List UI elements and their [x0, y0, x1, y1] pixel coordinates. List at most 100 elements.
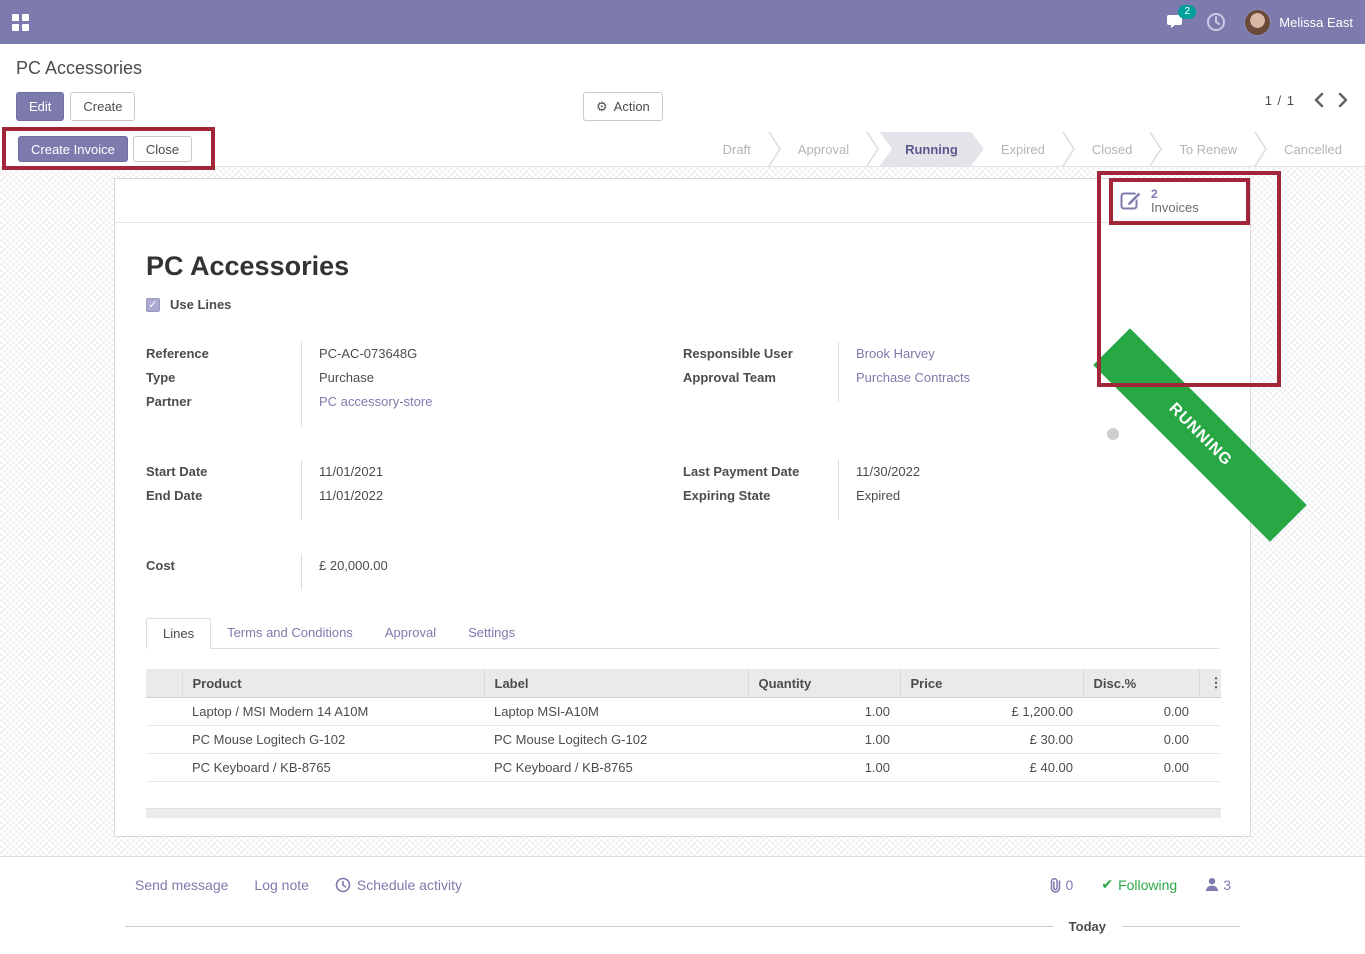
column-header-disc[interactable]: Disc.%: [1083, 669, 1199, 698]
status-step-closed[interactable]: Closed: [1075, 132, 1149, 167]
status-step-running[interactable]: Running: [879, 132, 984, 167]
activities-clock-icon[interactable]: [1206, 12, 1226, 32]
field-start-date: Start Date 11/01/2021: [146, 460, 683, 484]
field-value: Expired: [838, 484, 1219, 508]
followers-count: 3: [1223, 877, 1231, 893]
tab-lines[interactable]: Lines: [146, 618, 211, 649]
field-label: End Date: [146, 484, 301, 508]
field-group-left: Reference PC-AC-073648G Type Purchase Pa…: [146, 342, 683, 426]
cell-product: Laptop / MSI Modern 14 A10M: [182, 698, 484, 726]
statusbar: Create Invoice Close Draft Approval Runn…: [0, 132, 1365, 167]
cell-quantity: 1.00: [748, 754, 900, 782]
field-last-payment-date: Last Payment Date 11/30/2022: [683, 460, 1219, 484]
person-icon: [1205, 877, 1219, 892]
status-pipeline: Draft Approval Running Expired Closed To…: [706, 132, 1359, 167]
log-note-button[interactable]: Log note: [254, 877, 309, 893]
status-step-separator: [1254, 132, 1267, 167]
cell-price: £ 40.00: [900, 754, 1083, 782]
breadcrumb[interactable]: PC Accessories: [16, 58, 142, 79]
top-navbar: 2 Melissa East: [0, 0, 1365, 44]
tab-terms-and-conditions[interactable]: Terms and Conditions: [211, 618, 369, 649]
lines-table-header-row: Product Label Quantity Price Disc.% ⋮: [146, 669, 1221, 698]
cell-product: PC Mouse Logitech G-102: [182, 726, 484, 754]
field-end-date: End Date 11/01/2022: [146, 484, 683, 508]
check-icon: ✔: [1101, 876, 1113, 893]
status-step-cancelled[interactable]: Cancelled: [1267, 132, 1359, 167]
status-step-to-renew[interactable]: To Renew: [1162, 132, 1254, 167]
approval-team-link[interactable]: Purchase Contracts: [856, 370, 970, 385]
cell-quantity: 1.00: [748, 726, 900, 754]
field-group-left: Cost £ 20,000.00: [146, 554, 683, 590]
action-button[interactable]: ⚙ Action: [583, 92, 663, 121]
close-button[interactable]: Close: [133, 136, 192, 162]
status-step-separator: [768, 132, 781, 167]
field-group-left: Start Date 11/01/2021 End Date 11/01/202…: [146, 460, 683, 520]
table-row[interactable]: Laptop / MSI Modern 14 A10M Laptop MSI-A…: [146, 698, 1221, 726]
cell-label: Laptop MSI-A10M: [484, 698, 748, 726]
user-avatar: [1244, 9, 1271, 36]
pager-previous-icon[interactable]: [1313, 92, 1324, 108]
status-step-separator: [1149, 132, 1162, 167]
field-label: Last Payment Date: [683, 460, 838, 484]
action-button-label: Action: [614, 99, 650, 114]
messages-count-badge: 2: [1178, 5, 1196, 19]
edit-button[interactable]: Edit: [16, 92, 64, 121]
row-handle-cell: [146, 698, 182, 726]
schedule-activity-button[interactable]: Schedule activity: [335, 877, 462, 893]
notebook-tabs: Lines Terms and Conditions Approval Sett…: [146, 618, 1219, 649]
followers-button[interactable]: 3: [1205, 877, 1231, 893]
send-message-button[interactable]: Send message: [135, 877, 228, 893]
column-header-price[interactable]: Price: [900, 669, 1083, 698]
today-divider: Today: [125, 919, 1240, 934]
user-name: Melissa East: [1279, 15, 1353, 30]
status-step-separator: [866, 132, 879, 167]
user-menu[interactable]: Melissa East: [1244, 9, 1353, 36]
column-header-quantity[interactable]: Quantity: [748, 669, 900, 698]
tab-settings[interactable]: Settings: [452, 618, 531, 649]
use-lines-label: Use Lines: [170, 297, 231, 312]
cell-disc: 0.00: [1083, 698, 1199, 726]
pager: 1 / 1: [1265, 92, 1349, 108]
column-header-label[interactable]: Label: [484, 669, 748, 698]
field-label: Expiring State: [683, 484, 838, 508]
field-value: 11/30/2022: [838, 460, 1219, 484]
create-button[interactable]: Create: [70, 92, 135, 121]
responsible-user-link[interactable]: Brook Harvey: [856, 346, 935, 361]
field-value: Purchase: [301, 366, 683, 390]
status-step-draft[interactable]: Draft: [706, 132, 768, 167]
lines-table: Product Label Quantity Price Disc.% ⋮ La…: [146, 669, 1221, 782]
gear-icon: ⚙: [596, 99, 608, 115]
field-label: Reference: [146, 342, 301, 366]
cell-label: PC Mouse Logitech G-102: [484, 726, 748, 754]
field-expiring-state: Expiring State Expired: [683, 484, 1219, 508]
record-title: PC Accessories: [146, 251, 1219, 282]
table-footer-bar: [146, 808, 1221, 818]
field-label: Partner: [146, 390, 301, 414]
use-lines-checkbox[interactable]: ✓: [146, 298, 160, 312]
column-header-product[interactable]: Product: [182, 669, 484, 698]
paperclip-icon: [1048, 877, 1062, 893]
apps-menu-icon[interactable]: [12, 14, 29, 31]
clock-icon: [335, 877, 351, 893]
attachments-count: 0: [1066, 877, 1074, 893]
field-group-right: Last Payment Date 11/30/2022 Expiring St…: [683, 460, 1219, 520]
status-step-expired[interactable]: Expired: [984, 132, 1062, 167]
tab-approval[interactable]: Approval: [369, 618, 452, 649]
optional-columns-icon[interactable]: ⋮: [1199, 669, 1221, 698]
field-label: Approval Team: [683, 366, 838, 390]
pager-next-icon[interactable]: [1338, 92, 1349, 108]
pencil-square-icon: [1120, 190, 1142, 212]
invoices-stat-button[interactable]: 2 Invoices: [1110, 179, 1249, 222]
button-box: 2 Invoices: [115, 179, 1250, 223]
table-row[interactable]: PC Mouse Logitech G-102 PC Mouse Logitec…: [146, 726, 1221, 754]
status-step-approval[interactable]: Approval: [781, 132, 866, 167]
create-invoice-button[interactable]: Create Invoice: [18, 136, 128, 162]
attachments-button[interactable]: 0: [1048, 877, 1074, 893]
gray-dot-indicator: [1107, 428, 1119, 440]
messages-icon[interactable]: 2: [1166, 13, 1188, 31]
following-button[interactable]: ✔ Following: [1101, 876, 1177, 893]
table-row[interactable]: PC Keyboard / KB-8765 PC Keyboard / KB-8…: [146, 754, 1221, 782]
field-cost: Cost £ 20,000.00: [146, 554, 683, 578]
partner-link[interactable]: PC accessory-store: [319, 394, 432, 409]
field-value: PC-AC-073648G: [301, 342, 683, 366]
